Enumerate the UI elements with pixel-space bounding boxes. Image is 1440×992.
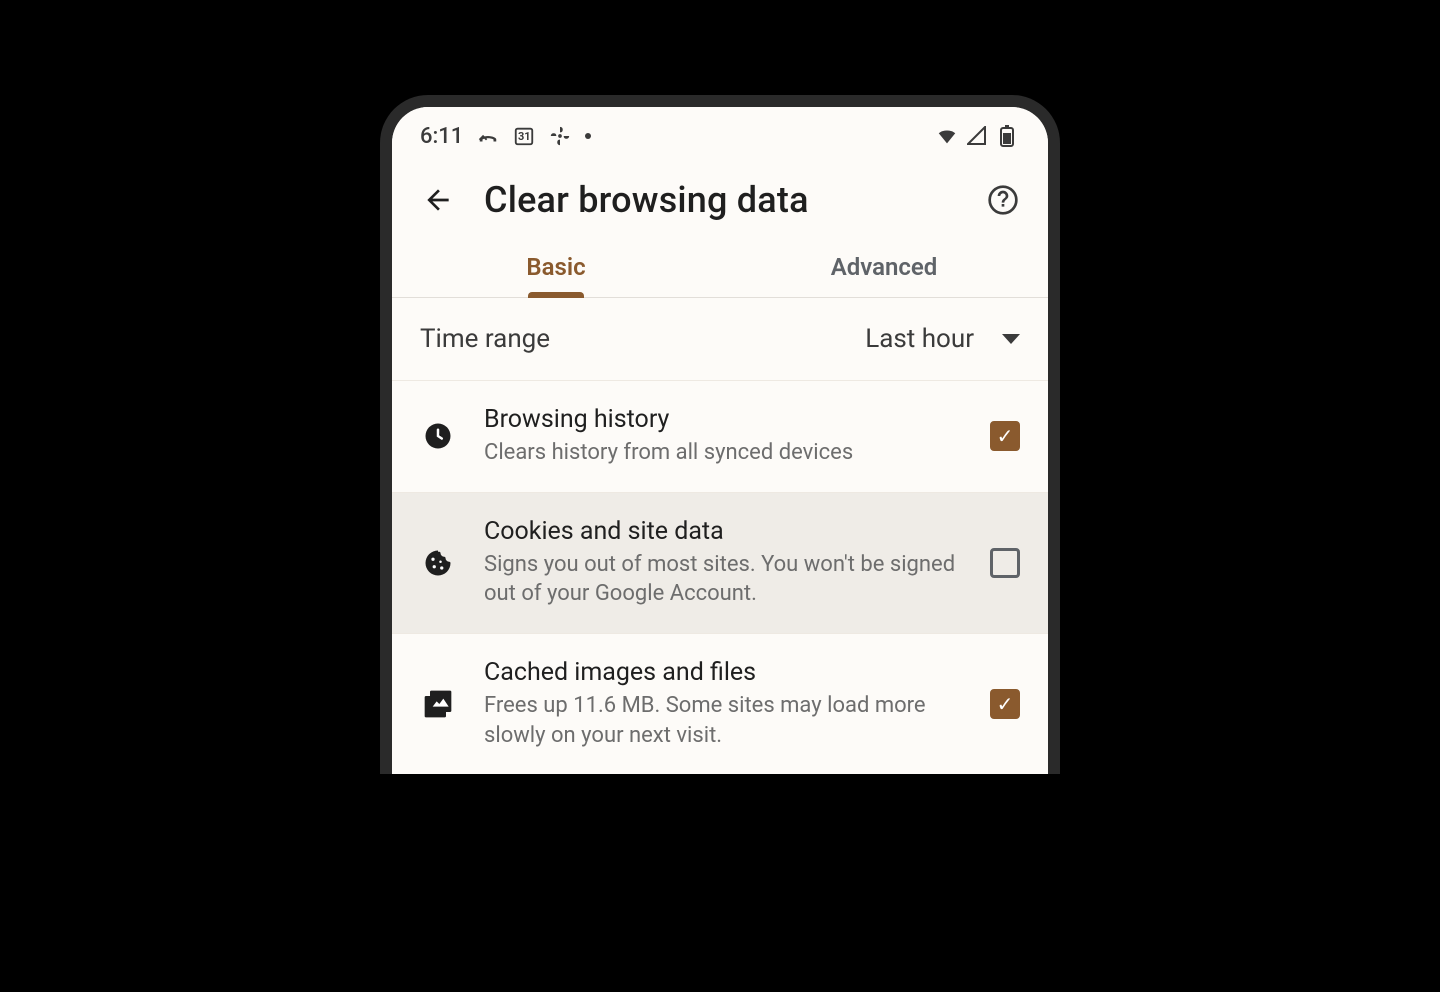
help-button[interactable]	[984, 181, 1022, 219]
option-title: Cached images and files	[484, 658, 962, 687]
tabs: Basic Advanced	[392, 239, 1048, 298]
checkbox-cache[interactable]: ✓	[990, 689, 1020, 719]
tab-advanced[interactable]: Advanced	[720, 239, 1048, 297]
clear-data-options-list: Browsing history Clears history from all…	[392, 381, 1048, 774]
clock-icon	[420, 421, 456, 451]
option-cookies-site-data[interactable]: Cookies and site data Signs you out of m…	[392, 493, 1048, 634]
option-body: Cached images and files Frees up 11.6 MB…	[484, 658, 962, 750]
phone-speaker	[675, 99, 765, 105]
help-icon	[987, 184, 1019, 216]
option-body: Cookies and site data Signs you out of m…	[484, 517, 962, 609]
fan-icon	[549, 125, 571, 147]
screen: 6:11 31	[392, 107, 1048, 774]
status-bar: 6:11 31	[392, 107, 1048, 157]
tab-label: Basic	[526, 253, 585, 281]
option-subtitle: Clears history from all synced devices	[484, 438, 962, 468]
status-right	[936, 125, 1018, 147]
checkbox-cookies[interactable]	[990, 548, 1020, 578]
calendar-day: 31	[518, 130, 531, 143]
back-button[interactable]	[418, 180, 458, 220]
missed-call-icon	[477, 125, 499, 147]
option-body: Browsing history Clears history from all…	[484, 405, 962, 468]
option-subtitle: Signs you out of most sites. You won't b…	[484, 550, 962, 609]
status-left: 6:11 31	[420, 124, 591, 149]
check-icon: ✓	[997, 694, 1014, 714]
battery-icon	[996, 125, 1018, 147]
time-range-row: Time range Last hour	[392, 298, 1048, 381]
option-title: Browsing history	[484, 405, 962, 434]
chevron-down-icon	[1002, 334, 1020, 344]
option-title: Cookies and site data	[484, 517, 962, 546]
wifi-icon	[936, 125, 958, 147]
calendar-icon: 31	[513, 125, 535, 147]
time-range-value: Last hour	[865, 324, 974, 354]
cookie-icon	[420, 548, 456, 578]
time-range-select[interactable]: Last hour	[865, 324, 1020, 354]
page-title: Clear browsing data	[484, 179, 958, 221]
more-notifications-dot	[585, 133, 591, 139]
option-cached-images[interactable]: Cached images and files Frees up 11.6 MB…	[392, 634, 1048, 774]
time-range-label: Time range	[420, 324, 550, 354]
arrow-left-icon	[422, 184, 454, 216]
status-time: 6:11	[420, 124, 463, 149]
tab-label: Advanced	[831, 253, 938, 281]
phone-frame: 6:11 31	[380, 95, 1060, 774]
signal-icon	[966, 125, 988, 147]
checkbox-browsing-history[interactable]: ✓	[990, 421, 1020, 451]
app-bar: Clear browsing data	[392, 157, 1048, 239]
tab-basic[interactable]: Basic	[392, 239, 720, 297]
option-subtitle: Frees up 11.6 MB. Some sites may load mo…	[484, 691, 962, 750]
check-icon: ✓	[997, 426, 1014, 446]
option-browsing-history[interactable]: Browsing history Clears history from all…	[392, 381, 1048, 493]
image-icon	[420, 688, 456, 720]
